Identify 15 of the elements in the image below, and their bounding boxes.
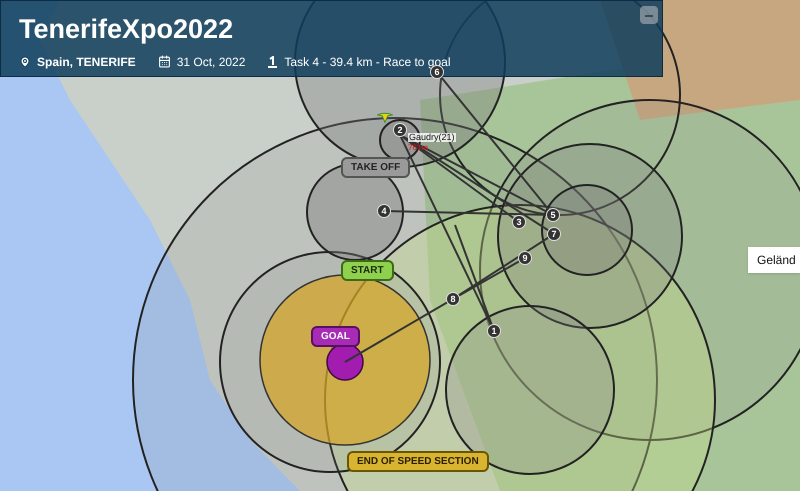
location-text: Spain, TENERIFE [37, 54, 136, 71]
pilot-altitude: 761m [408, 144, 428, 152]
task-label: START [341, 260, 394, 281]
date-text: 31 Oct, 2022 [176, 54, 246, 71]
event-title: TenerifeXpo2022 [19, 13, 234, 46]
pilot-name: Gaudry(21) [408, 133, 456, 142]
location-pin-icon [19, 56, 31, 68]
glider-icon [377, 111, 393, 123]
task-label: GOAL [311, 326, 360, 347]
task-label: TAKE OFF [341, 157, 410, 178]
map-type-button[interactable]: Geländ [748, 247, 800, 273]
task-number-icon [267, 56, 278, 68]
minimize-button[interactable] [640, 6, 658, 24]
task-label: END OF SPEED SECTION [347, 451, 489, 472]
calendar-icon [158, 55, 171, 68]
